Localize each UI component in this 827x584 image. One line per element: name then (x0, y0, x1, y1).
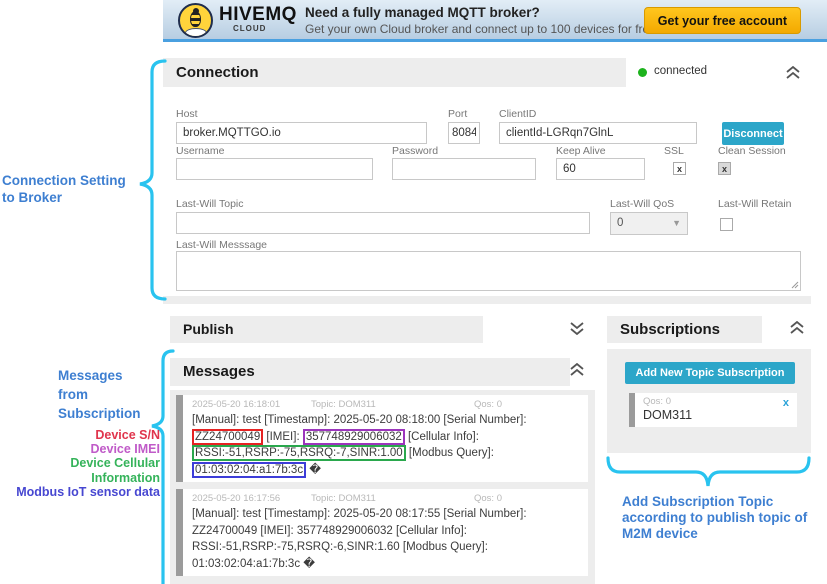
get-free-account-button[interactable]: Get your free account (644, 7, 801, 34)
hivemq-logo-text: HIVEMQ CLOUD (219, 5, 297, 33)
subscription-qos: Qos: 0 (643, 396, 789, 407)
connection-status-area: connected (626, 58, 811, 87)
message-text: [Modbus Query]: (406, 447, 494, 459)
message-topic: Topic: DOM311 (311, 399, 474, 410)
hivemq-bee-icon (178, 3, 213, 38)
legend-device-imei: Device IMEI (0, 442, 160, 456)
disconnect-button[interactable]: Disconnect (722, 122, 784, 145)
subscriptions-title: Subscriptions (607, 316, 762, 343)
publish-header: Publish (170, 316, 483, 343)
host-input[interactable] (176, 122, 427, 144)
legend-modbus-data: Modbus IoT sensor data (0, 485, 160, 499)
lastwill-retain-label: Last-Will Retain (718, 198, 792, 210)
select-caret-icon: ▼ (672, 213, 681, 234)
connection-header: Connection (163, 58, 626, 87)
device-imei-highlight: 357748929006032 (303, 429, 405, 445)
message-body: [Manual]: test [Timestamp]: 2025-05-20 0… (192, 506, 580, 572)
collapse-subscriptions-icon[interactable] (789, 321, 805, 335)
banner-subheadline: Get your own Cloud broker and connect up… (305, 22, 659, 36)
add-subscription-note: Add Subscription Topic according to publ… (622, 494, 822, 542)
banner-headline: Need a fully managed MQTT broker? (305, 5, 659, 20)
message-meta: 2025-05-20 16:17:56 Topic: DOM311 Qos: 0 (192, 493, 580, 504)
message-qos: Qos: 0 (474, 493, 502, 504)
clientid-label: ClientID (499, 108, 536, 120)
connection-setting-note: Connection Setting to Broker (2, 172, 137, 206)
lastwill-retain-checkbox[interactable] (720, 218, 733, 231)
cloud-icon (185, 28, 207, 38)
subscriptions-panel: Add New Topic Subscription Qos: 0 x DOM3… (607, 349, 811, 453)
collapse-connection-icon[interactable] (785, 66, 801, 80)
message-text: [Cellular Info]: (405, 431, 479, 443)
message-timestamp: 2025-05-20 16:17:56 (192, 493, 311, 504)
subscriptions-header: Subscriptions (607, 316, 762, 343)
mqtt-web-client-screen: HIVEMQ CLOUD Need a fully managed MQTT b… (0, 0, 827, 584)
message-meta: 2025-05-20 16:18:01 Topic: DOM311 Qos: 0 (192, 399, 580, 410)
cellular-info-highlight: RSSI:-51,RSRP:-75,RSRQ:-7,SINR:1.00 (192, 445, 406, 461)
messages-title: Messages (170, 358, 570, 386)
message-text: [Manual]: test [Timestamp]: 2025-05-20 0… (192, 414, 527, 426)
ssl-checkbox[interactable]: x (673, 162, 686, 175)
legend-device-sn: Device S/N (0, 428, 160, 442)
connection-title: Connection (163, 58, 626, 87)
message-field-legend: Device S/N Device IMEI Device Cellular I… (0, 428, 160, 499)
brand-sub: CLOUD (233, 24, 297, 33)
connection-status-label: connected (654, 65, 707, 77)
subscription-topic: DOM311 (643, 408, 789, 422)
bee-body (190, 11, 201, 27)
lastwill-qos-select[interactable]: 0 ▼ (610, 212, 688, 235)
clean-session-checkbox[interactable]: x (718, 162, 731, 175)
keepalive-input[interactable] (556, 158, 645, 180)
message-topic: Topic: DOM311 (311, 493, 474, 504)
connection-brace-callout (136, 58, 168, 302)
collapse-messages-icon[interactable] (569, 363, 585, 377)
subscription-item: Qos: 0 x DOM311 (629, 393, 797, 427)
hivemq-banner: HIVEMQ CLOUD Need a fully managed MQTT b… (163, 0, 827, 42)
message-text: [IMEI]: (263, 431, 303, 443)
lastwill-message-label: Last-Will Messsage (176, 239, 267, 251)
message-timestamp: 2025-05-20 16:18:01 (192, 399, 311, 410)
banner-copy: Need a fully managed MQTT broker? Get yo… (305, 5, 659, 36)
lastwill-message-textarea[interactable] (176, 251, 801, 291)
modbus-data-highlight: 01:03:02:04:a1:7b:3c (192, 462, 306, 478)
add-subscription-button[interactable]: Add New Topic Subscription (625, 362, 795, 384)
message-item: 2025-05-20 16:17:56 Topic: DOM311 Qos: 0… (176, 489, 588, 576)
username-input[interactable] (176, 158, 373, 180)
message-body: [Manual]: test [Timestamp]: 2025-05-20 0… (192, 412, 580, 478)
port-label: Port (448, 108, 467, 120)
remove-subscription-button[interactable]: x (783, 397, 789, 409)
messages-header: Messages (170, 358, 570, 386)
message-item: 2025-05-20 16:18:01 Topic: DOM311 Qos: 0… (176, 395, 588, 482)
username-label: Username (176, 145, 224, 157)
brand-name: HIVEMQ (219, 5, 297, 24)
expand-publish-icon[interactable] (569, 321, 585, 335)
password-input[interactable] (392, 158, 536, 180)
lastwill-topic-input[interactable] (176, 212, 590, 234)
lastwill-qos-label: Last-Will QoS (610, 198, 674, 210)
messages-panel: 2025-05-20 16:18:01 Topic: DOM311 Qos: 0… (170, 390, 595, 584)
device-serial-highlight: ZZ24700049 (192, 429, 263, 445)
port-input[interactable] (448, 122, 480, 144)
subscription-brace-callout (605, 455, 812, 497)
keepalive-label: Keep Alive (556, 145, 606, 157)
resize-grip-icon[interactable] (790, 280, 799, 289)
legend-cellular-info: Device Cellular Information (0, 456, 160, 484)
connected-status-dot (638, 68, 647, 77)
connection-panel: Connection connected Host Port ClientID … (163, 58, 811, 304)
ssl-label: SSL (664, 145, 684, 157)
password-label: Password (392, 145, 438, 157)
clean-session-label: Clean Session (718, 145, 786, 157)
connection-footer-strip (163, 296, 811, 304)
message-qos: Qos: 0 (474, 399, 502, 410)
lastwill-topic-label: Last-Will Topic (176, 198, 244, 210)
message-text: � (306, 464, 321, 476)
clientid-input[interactable] (499, 122, 697, 144)
host-label: Host (176, 108, 198, 120)
publish-title: Publish (170, 316, 483, 343)
messages-from-subscription-note: Messages from Subscription (58, 366, 141, 423)
lastwill-qos-value: 0 (617, 217, 623, 229)
